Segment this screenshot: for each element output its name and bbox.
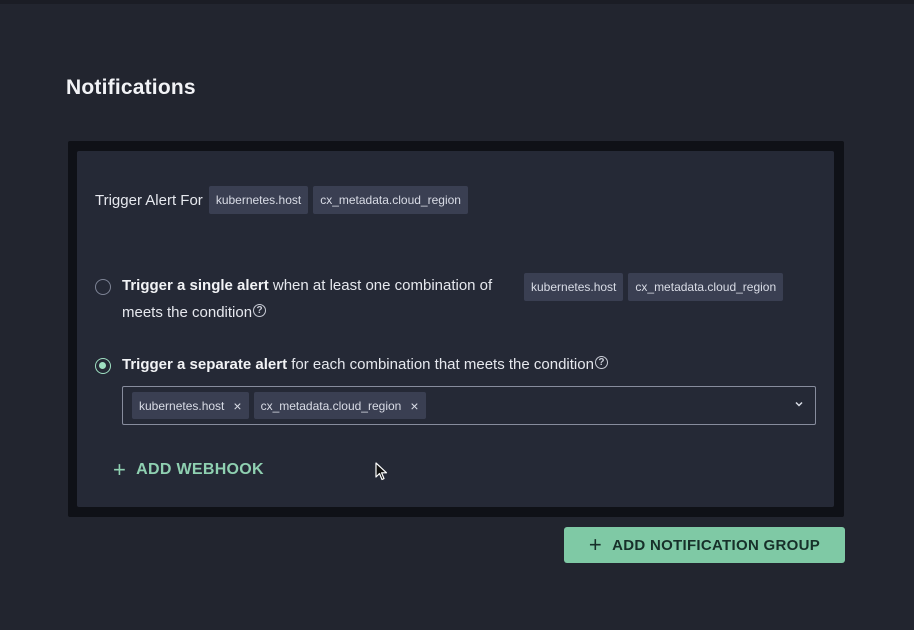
single-alert-condition-text: meets the condition (122, 304, 253, 321)
selected-field-label: kubernetes.host (139, 398, 225, 413)
single-alert-option-bold: Trigger a single alert (122, 277, 269, 294)
separate-alert-option-rest: for each combination that meets the cond… (287, 356, 594, 373)
plus-icon: + (113, 457, 127, 482)
single-alert-field-chip: kubernetes.host (524, 273, 624, 301)
single-alert-option-text[interactable]: Trigger a single alert when at least one… (122, 277, 492, 294)
separate-alert-option-text[interactable]: Trigger a separate alert for each combin… (122, 356, 608, 373)
top-strip (0, 0, 914, 4)
chevron-down-icon[interactable] (795, 400, 803, 408)
separate-alert-option-bold: Trigger a separate alert (122, 356, 288, 373)
remove-chip-icon[interactable]: × (233, 399, 241, 413)
separate-alert-radio[interactable] (95, 358, 111, 374)
page-title: Notifications (66, 76, 196, 99)
add-webhook-label: ADD WEBHOOK (136, 461, 264, 478)
single-alert-radio[interactable] (95, 279, 111, 295)
selected-field-label: cx_metadata.cloud_region (260, 398, 402, 413)
trigger-alert-for-row: Trigger Alert For kubernetes.host cx_met… (95, 186, 468, 214)
single-alert-field-chip: cx_metadata.cloud_region (628, 273, 784, 301)
trigger-field-chip: cx_metadata.cloud_region (313, 186, 468, 214)
selected-field-chip: cx_metadata.cloud_region × (253, 392, 426, 419)
trigger-alert-for-label: Trigger Alert For (95, 191, 203, 209)
add-notification-group-button[interactable]: + ADD NOTIFICATION GROUP (564, 527, 845, 563)
remove-chip-icon[interactable]: × (410, 399, 418, 413)
selected-field-chip: kubernetes.host × (132, 392, 249, 419)
selected-fields: kubernetes.host × cx_metadata.cloud_regi… (132, 392, 426, 419)
mouse-cursor-icon (375, 462, 388, 481)
add-notification-group-label: ADD NOTIFICATION GROUP (612, 536, 821, 554)
group-by-fields-select[interactable]: kubernetes.host × cx_metadata.cloud_regi… (122, 386, 816, 425)
single-alert-option-rest: when at least one combination of (268, 277, 493, 294)
help-icon[interactable]: ? (253, 304, 267, 317)
help-icon[interactable]: ? (594, 356, 608, 369)
single-alert-option-line2: meets the condition? (122, 304, 267, 321)
add-webhook-button[interactable]: + ADD WEBHOOK (113, 459, 264, 481)
single-alert-fields: kubernetes.host cx_metadata.cloud_region (524, 273, 784, 301)
trigger-field-chip: kubernetes.host (208, 186, 309, 214)
plus-icon: + (588, 532, 603, 557)
